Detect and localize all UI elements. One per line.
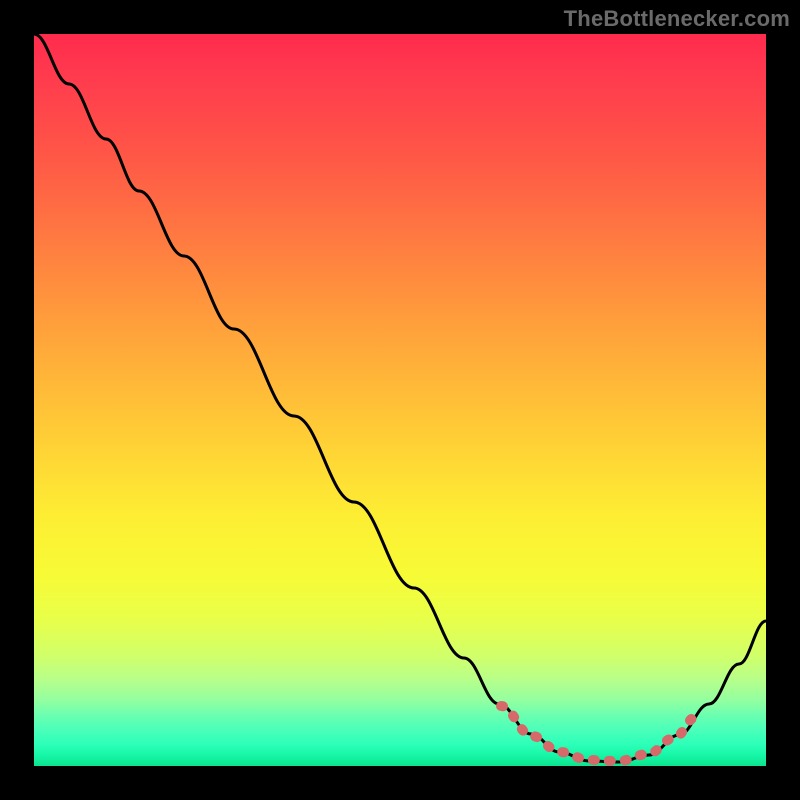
chart-frame: TheBottlenecker.com [0, 0, 800, 800]
bottleneck-curve [34, 34, 766, 762]
watermark-text: TheBottlenecker.com [564, 6, 790, 32]
curve-layer [34, 34, 766, 766]
plot-area [34, 34, 766, 766]
